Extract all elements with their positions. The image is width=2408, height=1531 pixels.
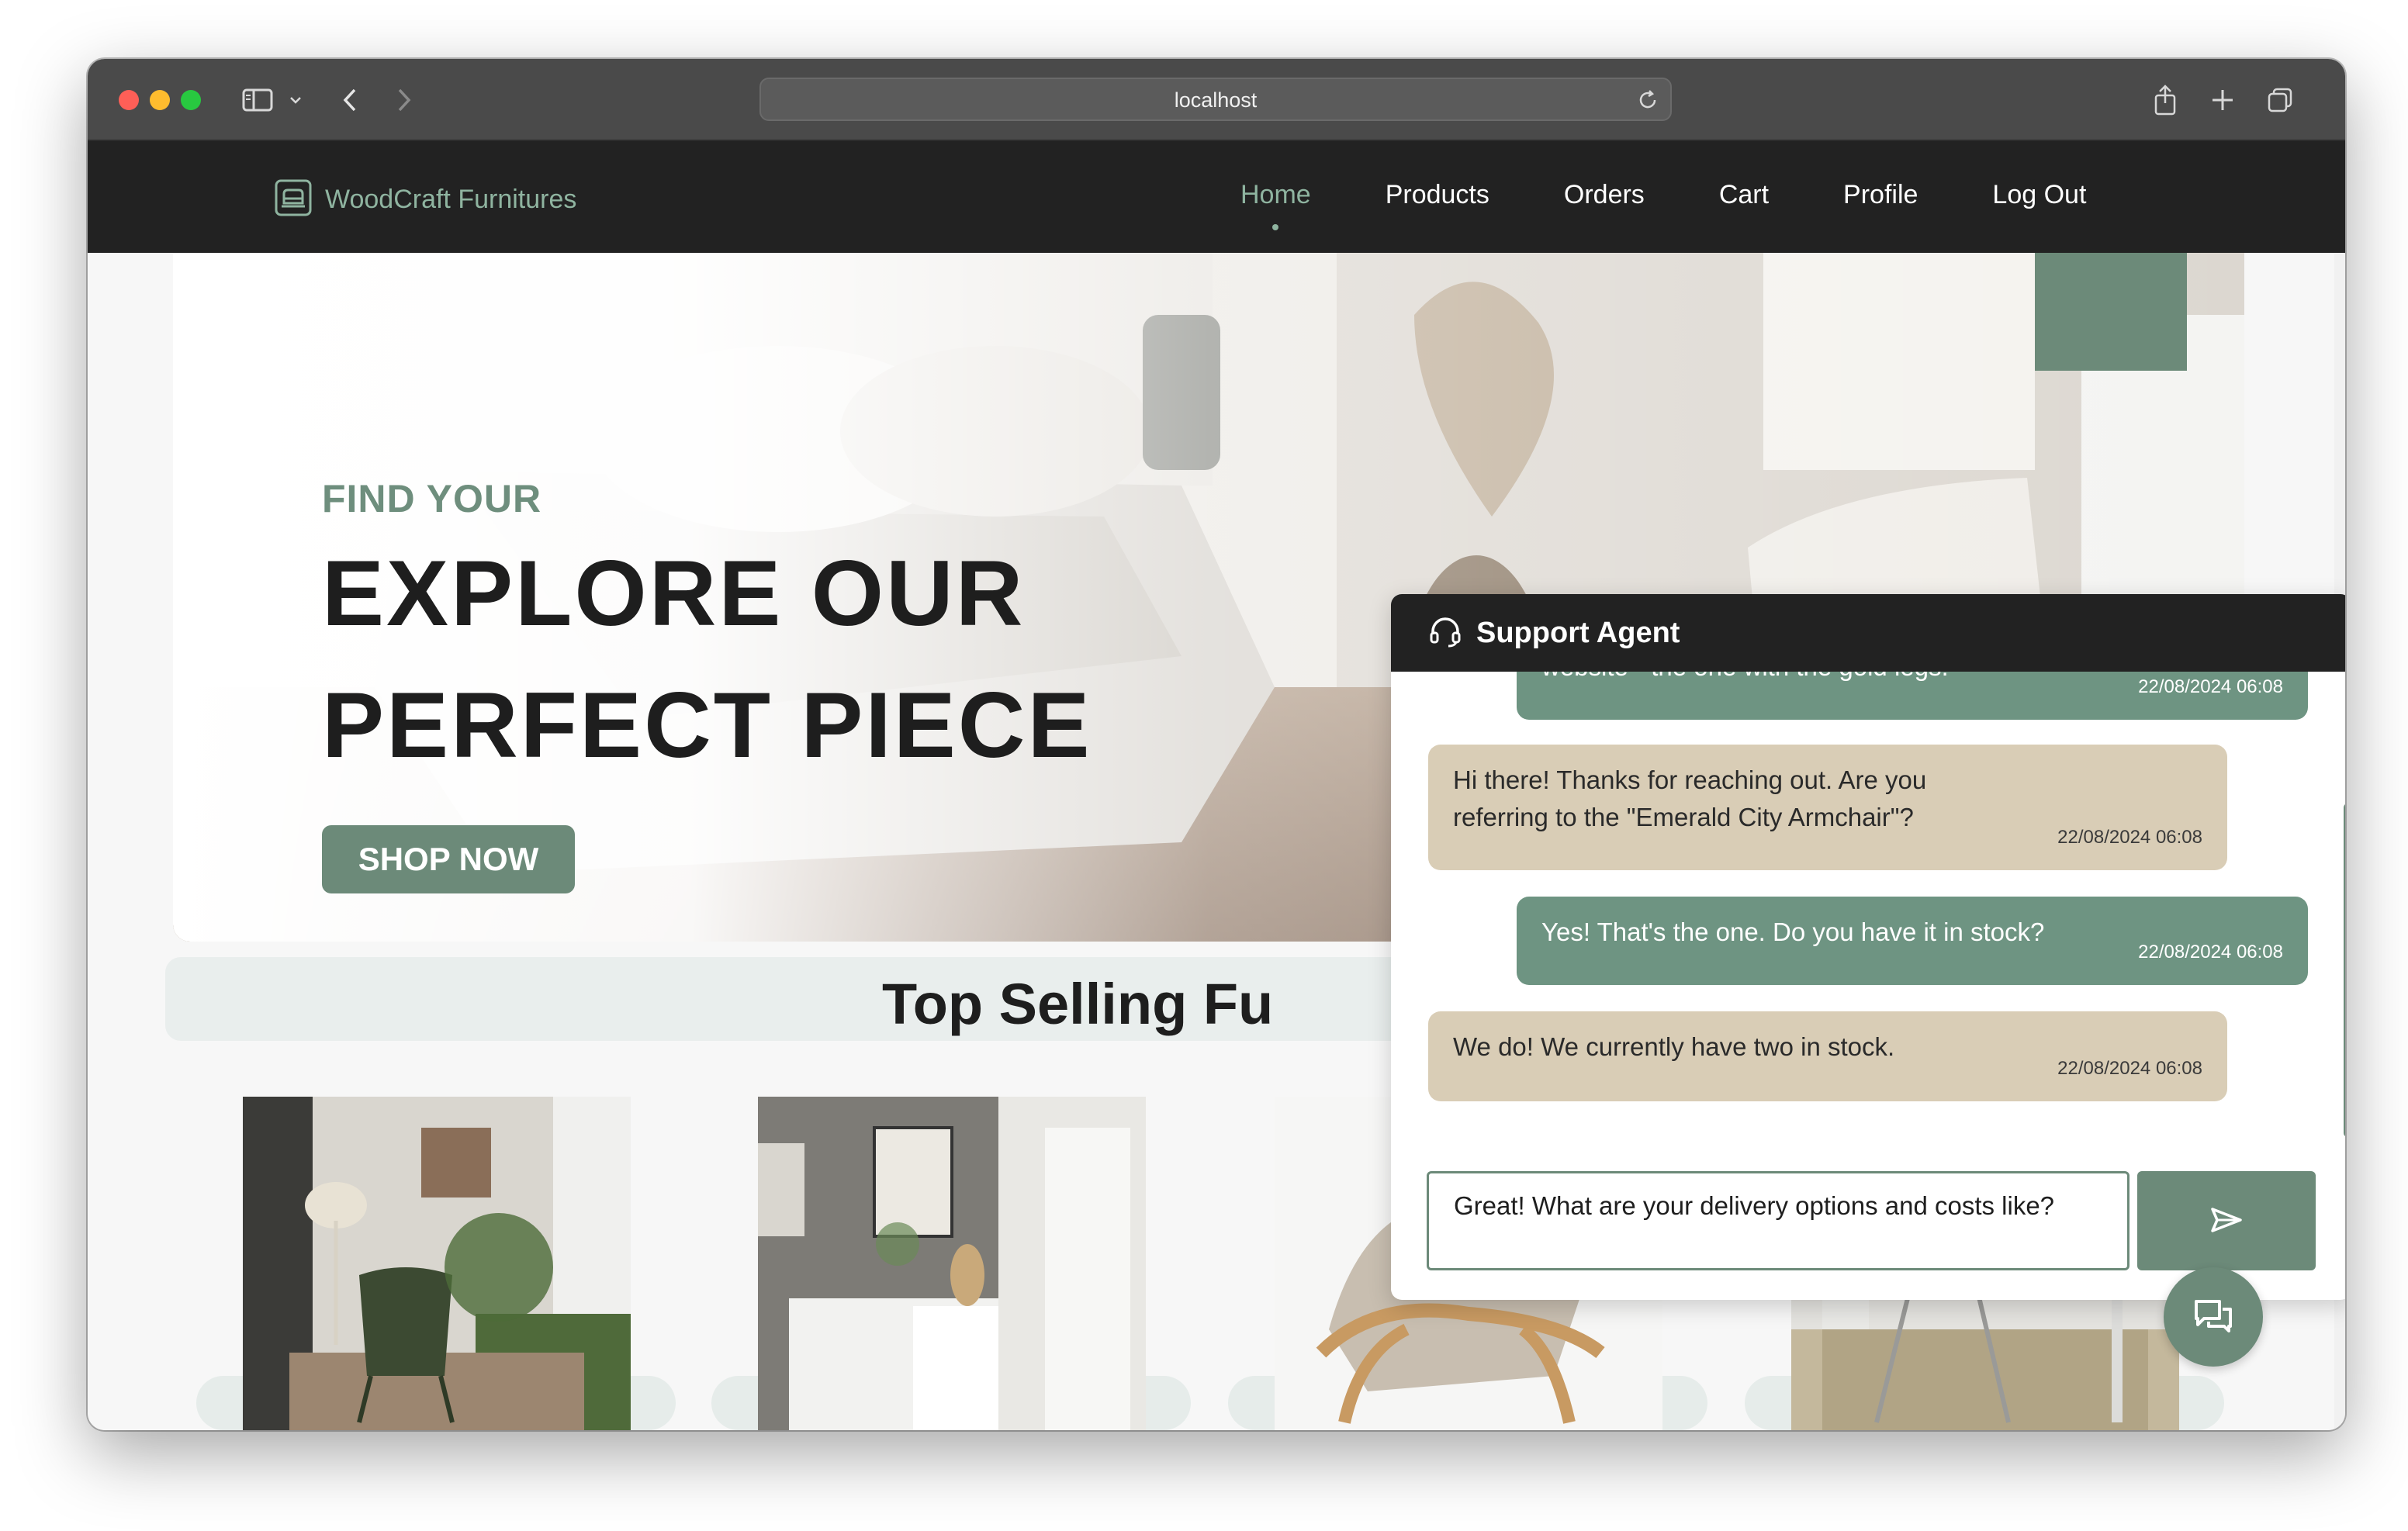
send-button[interactable] xyxy=(2137,1171,2316,1270)
brand-name: WoodCraft Furnitures xyxy=(325,184,577,214)
armchair-icon xyxy=(274,178,313,220)
message-time: 22/08/2024 06:08 xyxy=(2138,942,2283,962)
product-image-balcony-chair[interactable] xyxy=(243,1097,631,1430)
chat-toggle-button[interactable] xyxy=(2164,1267,2263,1367)
chat-bubbles-icon xyxy=(2193,1297,2233,1337)
share-icon[interactable] xyxy=(2150,82,2181,118)
close-window-button[interactable] xyxy=(119,90,139,110)
nav-products[interactable]: Products xyxy=(1386,180,1489,210)
chat-scrollbar-thumb[interactable] xyxy=(2344,804,2345,1137)
decorative-green-block xyxy=(2035,253,2187,371)
message-text: Yes! That's the one. Do you have it in s… xyxy=(1541,918,2045,946)
browser-toolbar: localhost xyxy=(88,59,2345,141)
chat-title: Support Agent xyxy=(1476,616,1680,649)
nav-profile[interactable]: Profile xyxy=(1843,180,1918,210)
zoom-window-button[interactable] xyxy=(181,90,201,110)
hero-eyebrow: FIND YOUR xyxy=(322,477,542,520)
message-time: 22/08/2024 06:08 xyxy=(2057,827,2202,848)
message-text: website - the one with the gold legs. xyxy=(1541,672,1949,681)
reload-icon[interactable] xyxy=(1636,88,1659,115)
chat-message-user: website - the one with the gold legs. 22… xyxy=(1517,672,2308,720)
message-text: Hi there! Thanks for reaching out. Are y… xyxy=(1453,766,1927,831)
product-image-home-office[interactable] xyxy=(758,1097,1146,1430)
chat-message-input[interactable]: Great! What are your delivery options an… xyxy=(1427,1171,2129,1270)
send-icon xyxy=(2209,1206,2244,1236)
browser-window: localhost WoodCraft Furnitures Home Prod… xyxy=(88,59,2345,1430)
chat-message-agent: We do! We currently have two in stock. 2… xyxy=(1428,1011,2227,1101)
hero-headline-line1: EXPLORE OUR xyxy=(322,541,1026,645)
nav-links: Home Products Orders Cart Profile Log Ou… xyxy=(1240,180,2161,230)
hero-headline-line2: PERFECT PIECE xyxy=(322,673,1092,777)
message-time: 22/08/2024 06:08 xyxy=(2057,1058,2202,1079)
headset-icon xyxy=(1428,614,1462,651)
message-text: We do! We currently have two in stock. xyxy=(1453,1032,1895,1061)
forward-icon[interactable] xyxy=(390,82,418,118)
nav-orders[interactable]: Orders xyxy=(1564,180,1645,210)
minimize-window-button[interactable] xyxy=(150,90,170,110)
address-bar[interactable]: localhost xyxy=(759,78,1672,121)
support-chat-panel: Support Agent website - the one with the… xyxy=(1391,594,2345,1300)
chat-message-user: Yes! That's the one. Do you have it in s… xyxy=(1517,897,2308,985)
sidebar-toggle-icon[interactable] xyxy=(240,82,275,118)
site-navbar: WoodCraft Furnitures Home Products Order… xyxy=(88,141,2345,253)
section-title: Top Selling Fu xyxy=(882,972,1274,1036)
chevron-down-icon[interactable] xyxy=(286,82,305,118)
nav-logout[interactable]: Log Out xyxy=(1992,180,2086,210)
url-text: localhost xyxy=(1174,88,1258,112)
nav-cart[interactable]: Cart xyxy=(1719,180,1769,210)
nav-home[interactable]: Home xyxy=(1240,180,1311,230)
chat-header: Support Agent xyxy=(1391,594,2345,672)
new-tab-icon[interactable] xyxy=(2207,82,2238,118)
shop-now-button[interactable]: SHOP NOW xyxy=(322,825,575,893)
chat-messages[interactable]: website - the one with the gold legs. 22… xyxy=(1391,672,2345,1129)
message-time: 22/08/2024 06:08 xyxy=(2138,676,2283,697)
chat-message-agent: Hi there! Thanks for reaching out. Are y… xyxy=(1428,745,2227,870)
brand-logo[interactable]: WoodCraft Furnitures xyxy=(274,178,576,220)
back-icon[interactable] xyxy=(336,82,364,118)
tab-overview-icon[interactable] xyxy=(2264,82,2296,118)
